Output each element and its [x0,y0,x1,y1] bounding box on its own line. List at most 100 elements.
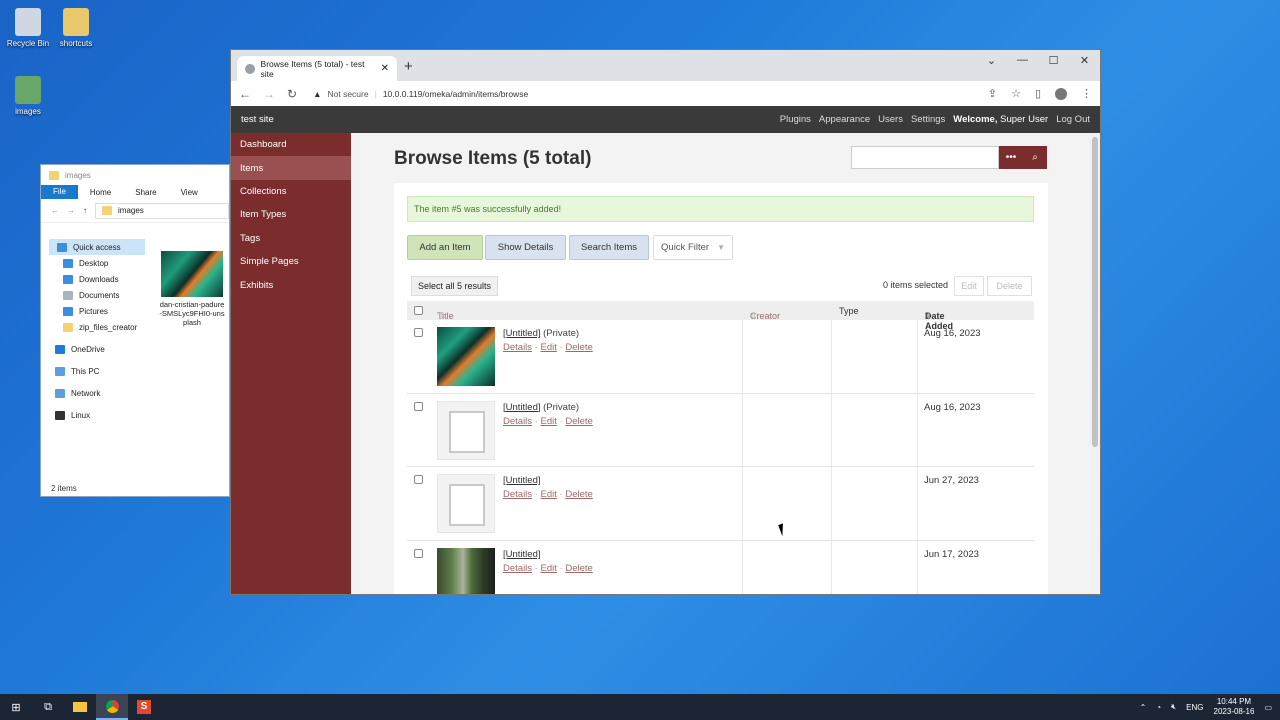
search-input[interactable] [851,146,999,169]
sidebar-item-collections[interactable]: Collections [231,180,351,203]
edit-link[interactable]: Edit [541,563,557,574]
maximize-icon[interactable]: ☐ [1038,50,1069,70]
app-s-icon[interactable]: S [128,694,160,720]
profile-avatar-icon[interactable] [1055,87,1067,100]
minimize-icon[interactable]: — [1007,50,1038,70]
user-link[interactable]: Super User [1000,114,1048,125]
nav-documents[interactable]: Documents [49,287,145,303]
nav-zip-files-creator[interactable]: zip_files_creator [49,319,145,335]
details-link[interactable]: Details [503,416,532,427]
item-thumbnail[interactable] [437,327,495,386]
explorer-address-bar[interactable]: images [95,202,229,219]
omnibox[interactable]: ▲ Not secure | 10.0.0.119/omeka/admin/it… [313,89,528,99]
item-title-link[interactable]: [Untitled] [503,475,541,486]
explorer-file-item[interactable]: dan-cristian-padure-SMSLyc9FHI0-unsplash [159,251,225,327]
star-icon[interactable]: ☆ [1011,87,1021,100]
nav-quick-access[interactable]: Quick access [49,239,145,255]
chevron-down-icon[interactable]: ⌄ [976,50,1007,70]
item-thumbnail[interactable] [437,474,495,534]
nav-pictures[interactable]: Pictures [49,303,145,319]
item-thumbnail[interactable] [437,400,495,460]
task-view-icon[interactable]: ⧉ [32,694,64,720]
show-details-button[interactable]: Show Details [485,235,566,260]
back-arrow-icon[interactable]: ← [51,206,59,215]
nav-linux[interactable]: Linux [49,407,145,423]
delete-link[interactable]: Delete [565,489,592,500]
sidebar-item-exhibits[interactable]: Exhibits [231,273,351,296]
select-all-checkbox[interactable] [414,306,423,315]
edit-link[interactable]: Edit [541,416,557,427]
nav-network[interactable]: Network [49,385,145,401]
file-explorer-icon[interactable] [64,694,96,720]
page-scrollbar[interactable] [1090,133,1100,594]
ribbon-tab-file[interactable]: File [41,185,78,199]
details-link[interactable]: Details [503,489,532,500]
edit-link[interactable]: Edit [541,489,557,500]
nav-downloads[interactable]: Downloads [49,271,145,287]
nav-this-pc[interactable]: This PC [49,363,145,379]
browser-tab[interactable]: Browse Items (5 total) - test site ✕ [237,56,397,81]
sidebar-item-item-types[interactable]: Item Types [231,203,351,226]
row-checkbox[interactable] [414,475,423,485]
forward-arrow-icon[interactable]: → [263,87,275,101]
link-appearance[interactable]: Appearance [819,114,870,125]
desktop-icon-shortcuts[interactable]: shortcuts [48,8,104,48]
delete-link[interactable]: Delete [565,416,592,427]
link-users[interactable]: Users [878,114,903,125]
link-plugins[interactable]: Plugins [780,114,811,125]
forward-arrow-icon[interactable]: → [67,206,75,215]
chrome-window[interactable]: Browse Items (5 total) - test site ✕ + ⌄… [230,49,1101,595]
language-indicator[interactable]: ENG [1186,703,1203,712]
chrome-icon[interactable] [96,694,128,720]
logout-link[interactable]: Log Out [1056,114,1090,125]
row-checkbox[interactable] [414,328,423,337]
close-icon[interactable]: ✕ [1069,50,1100,70]
clock[interactable]: 10:44 PM 2023-08-16 [1214,697,1255,717]
reload-icon[interactable]: ↻ [287,87,297,101]
close-icon[interactable]: ✕ [381,63,389,74]
file-explorer-window[interactable]: images File Home Share View ← → ↑ images… [40,164,230,497]
row-checkbox[interactable] [414,401,423,411]
details-link[interactable]: Details [503,342,532,353]
side-panel-icon[interactable]: ▯ [1035,87,1041,100]
batch-delete-button[interactable]: Delete [987,276,1032,296]
edit-link[interactable]: Edit [541,342,557,353]
item-title-link[interactable]: [Untitled] [503,328,541,339]
batch-edit-button[interactable]: Edit [954,276,984,296]
quick-filter-dropdown[interactable]: Quick Filter ▼ [653,235,733,260]
delete-link[interactable]: Delete [565,342,592,353]
desktop-icon-images[interactable]: images [0,76,56,116]
ribbon-tab-share[interactable]: Share [123,188,168,197]
ribbon-tab-view[interactable]: View [169,188,210,197]
item-thumbnail[interactable] [437,548,495,594]
chevron-up-icon[interactable]: ⌃ [1140,703,1147,712]
back-arrow-icon[interactable]: ← [239,87,251,101]
delete-link[interactable]: Delete [565,563,592,574]
row-checkbox[interactable] [414,549,423,559]
notification-icon[interactable]: ▭ [1264,703,1272,712]
ribbon-tab-home[interactable]: Home [78,188,123,197]
sidebar-item-simple-pages[interactable]: Simple Pages [231,250,351,273]
sidebar-item-items[interactable]: Items [231,156,351,180]
new-tab-icon[interactable]: + [404,58,413,75]
share-icon[interactable]: ⇪ [988,87,997,100]
scrollbar-thumb[interactable] [1092,137,1098,447]
details-link[interactable]: Details [503,563,532,574]
search-items-button[interactable]: Search Items [569,235,649,260]
nav-desktop[interactable]: Desktop [49,255,145,271]
windows-start-icon[interactable]: ⊞ [0,694,32,720]
advanced-search-button[interactable]: ••• [999,146,1023,169]
network-icon[interactable]: ◔ [1156,703,1161,712]
nav-onedrive[interactable]: OneDrive [49,341,145,357]
link-settings[interactable]: Settings [911,114,945,125]
up-arrow-icon[interactable]: ↑ [83,206,87,215]
add-item-button[interactable]: Add an Item [407,235,483,260]
item-title-link[interactable]: [Untitled] [503,402,541,413]
item-title-link[interactable]: [Untitled] [503,549,541,560]
menu-dots-icon[interactable]: ⋮ [1081,87,1092,100]
sidebar-item-dashboard[interactable]: Dashboard [231,133,351,156]
volume-muted-icon[interactable]: 🔇︎ [1171,702,1176,712]
select-all-button[interactable]: Select all 5 results [411,276,499,296]
site-name-link[interactable]: test site [241,114,274,125]
sidebar-item-tags[interactable]: Tags [231,227,351,250]
